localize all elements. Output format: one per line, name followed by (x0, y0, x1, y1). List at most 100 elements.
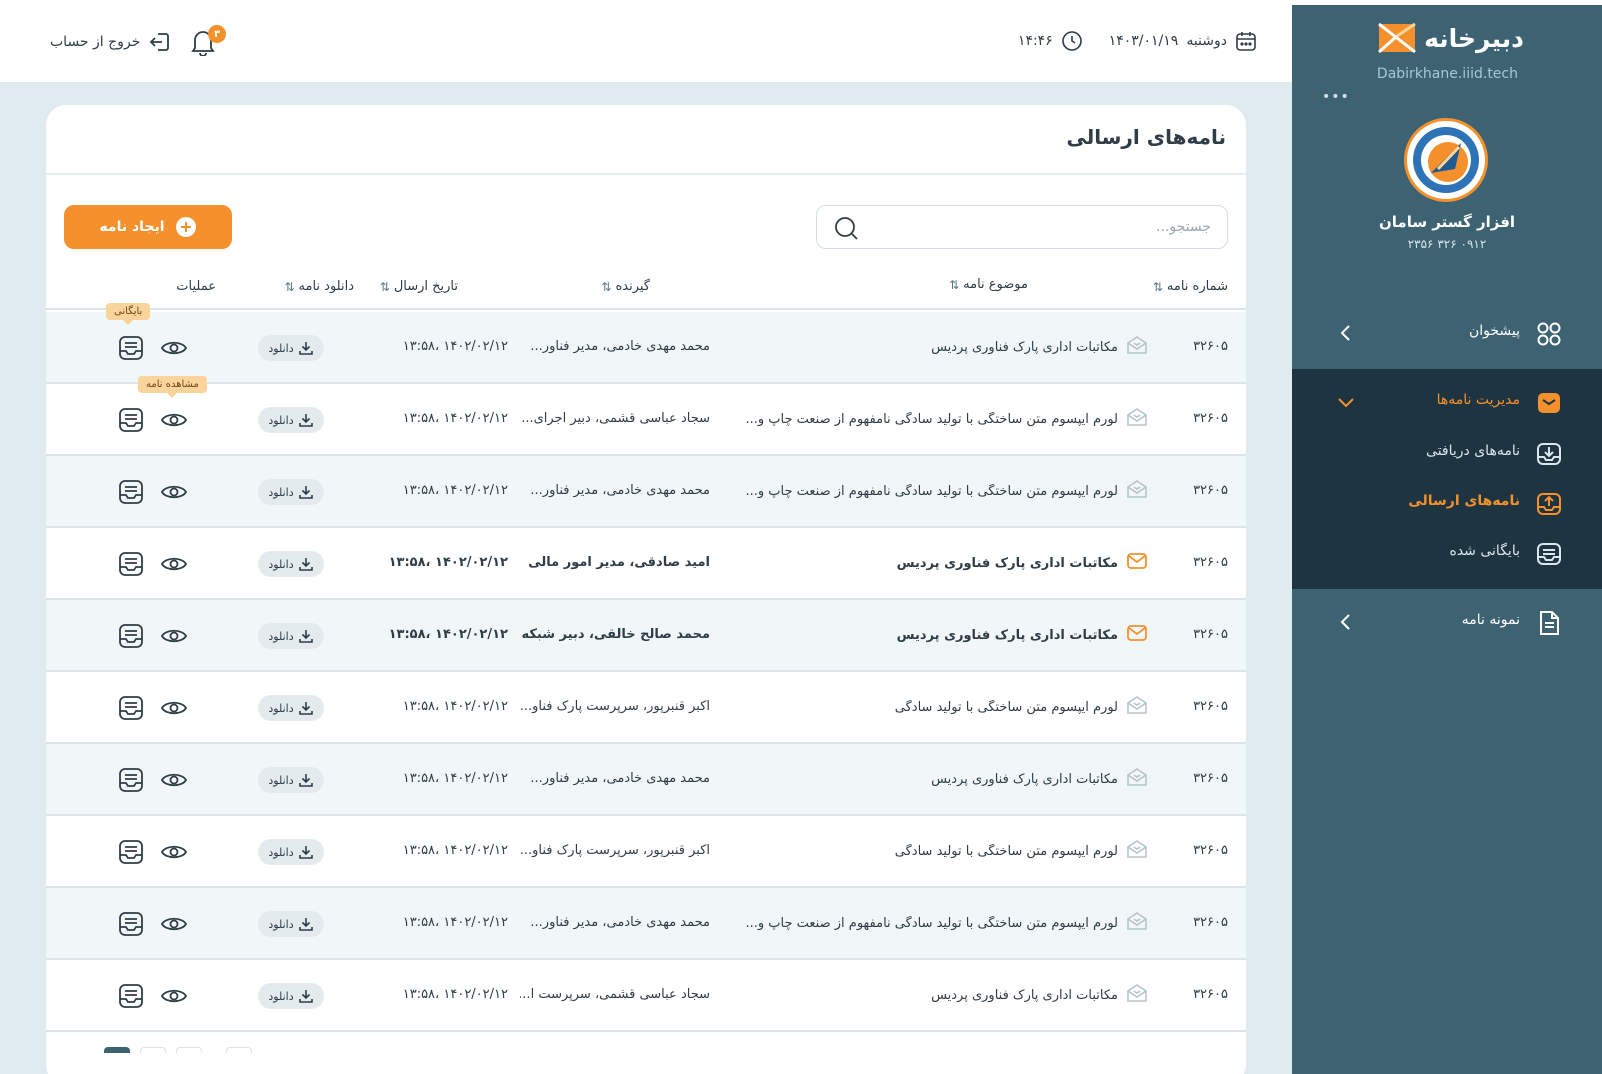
sidebar-item-letters-management[interactable]: مدیریت نامه‌ها (1292, 377, 1602, 427)
column-label: عملیات (176, 279, 216, 294)
archive-tray-icon[interactable] (118, 766, 144, 794)
eye-icon[interactable] (160, 768, 188, 792)
sidebar-item-label: بایگانی شده (1449, 543, 1521, 559)
eye-icon[interactable] (160, 696, 188, 720)
download-icon (298, 630, 313, 643)
download-label: دانلود (268, 845, 294, 859)
download-button[interactable]: دانلود (258, 407, 324, 433)
eye-icon[interactable] (160, 336, 188, 360)
inbox-tray-icon (1538, 393, 1560, 413)
current-time: ۱۴:۴۶ (1017, 33, 1053, 49)
table-row[interactable]: ۳۲۶۰۵ لورم ایپسوم متن ساختگی با تولید سا… (46, 816, 1246, 888)
eye-icon[interactable] (160, 408, 188, 432)
grid-icon (1537, 322, 1561, 346)
subject-text: مکاتبات اداری پارک فناوری پردیس (931, 987, 1118, 1003)
archive-tray-icon[interactable] (118, 550, 144, 578)
letter-date: ۱۴۰۲/۰۲/۱۲ ،۱۳:۵۸ (388, 555, 508, 570)
column-header-download[interactable]: دانلود نامه ⇅ (284, 279, 354, 294)
sidebar-item-archived[interactable]: بایگانی شده (1292, 528, 1602, 578)
search-input[interactable] (871, 214, 1211, 240)
download-label: دانلود (268, 917, 294, 931)
eye-icon[interactable] (160, 552, 188, 576)
letter-number: ۳۲۶۰۵ (1193, 915, 1228, 930)
create-letter-button[interactable]: ایجاد نامه (64, 205, 232, 249)
page-button[interactable] (140, 1047, 166, 1053)
company-name: افزار گستر سامان (1378, 213, 1516, 231)
sidebar-item-received[interactable]: نامه‌های دریافتی (1292, 428, 1602, 478)
eye-icon[interactable] (160, 480, 188, 504)
archive-tray-icon[interactable] (118, 910, 144, 938)
column-label: شماره نامه (1166, 279, 1228, 294)
letter-recipient: اکبر قنبرپور، سرپرست پارک فناو... (520, 843, 710, 858)
more-options-icon[interactable]: ••• (1322, 89, 1350, 105)
page-button[interactable] (226, 1047, 252, 1053)
eye-icon[interactable] (160, 912, 188, 936)
download-label: دانلود (268, 701, 294, 715)
table-row[interactable]: ۳۲۶۰۵ مکاتبات اداری پارک فناوری پردیس مح… (46, 744, 1246, 816)
download-icon (298, 990, 313, 1003)
archive-tray-icon[interactable] (118, 838, 144, 866)
archive-tray-icon[interactable] (118, 622, 144, 650)
chevron-down-icon (1338, 398, 1354, 408)
notifications-button[interactable]: ۳ (190, 25, 226, 58)
sidebar-item-dashboard[interactable]: پیشخوان (1292, 308, 1602, 358)
sidebar-item-sent[interactable]: نامه‌های ارسالی (1292, 478, 1602, 528)
avatar[interactable] (1404, 118, 1488, 202)
download-button[interactable]: دانلود (258, 911, 324, 937)
column-header-recipient[interactable]: گیرنده ⇅ (601, 279, 650, 294)
download-button[interactable]: دانلود (258, 623, 324, 649)
download-button[interactable]: دانلود (258, 479, 324, 505)
column-header-subject[interactable]: موضوع نامه ⇅ (949, 277, 1028, 292)
table-row[interactable]: ۳۲۶۰۵ مکاتبات اداری پارک فناوری پردیس مح… (46, 312, 1246, 384)
calendar-icon (1236, 32, 1256, 51)
document-icon (1540, 611, 1559, 635)
envelope-open-icon (1126, 334, 1148, 360)
table-row[interactable]: ۳۲۶۰۵ مکاتبات اداری پارک فناوری پردیس سج… (46, 960, 1246, 1032)
eye-icon[interactable] (160, 984, 188, 1008)
letter-subject: مکاتبات اداری پارک فناوری پردیس (738, 334, 1148, 360)
table-row[interactable]: ۳۲۶۰۵ لورم ایپسوم متن ساختگی با تولید سا… (46, 456, 1246, 528)
sidebar-item-templates[interactable]: نمونه نامه (1292, 597, 1602, 647)
download-button[interactable]: دانلود (258, 839, 324, 865)
download-icon (298, 702, 313, 715)
letter-date: ۱۴۰۲/۰۲/۱۲ ،۱۳:۵۸ (402, 339, 508, 354)
topbar: خروج از حساب ۳ دوشنبه ۱۴۰۳/۰۱/۱۹ ۱۴:۴۶ (0, 0, 1292, 82)
letter-subject: مکاتبات اداری پارک فناوری پردیس (738, 766, 1148, 792)
envelope-logo-icon (1378, 22, 1416, 54)
archive-tray-icon[interactable] (118, 334, 144, 362)
sidebar-item-label: مدیریت نامه‌ها (1436, 392, 1520, 408)
download-button[interactable]: دانلود (258, 767, 324, 793)
search-box (816, 205, 1228, 249)
subject-text: مکاتبات اداری پارک فناوری پردیس (931, 339, 1118, 355)
download-button[interactable]: دانلود (258, 983, 324, 1009)
download-button[interactable]: دانلود (258, 551, 324, 577)
table-row[interactable]: ۳۲۶۰۵ لورم ایپسوم متن ساختگی با تولید سا… (46, 384, 1246, 456)
table-row[interactable]: ۳۲۶۰۵ مکاتبات اداری پارک فناوری پردیس ام… (46, 528, 1246, 600)
archive-tray-icon[interactable] (118, 694, 144, 722)
download-icon (298, 846, 313, 859)
subject-text: مکاتبات اداری پارک فناوری پردیس (896, 555, 1118, 571)
eye-icon[interactable] (160, 840, 188, 864)
letter-recipient: محمد صالح خالقی، دبیر شبکه فن... (520, 627, 710, 642)
column-header-number[interactable]: شماره نامه ⇅ (1153, 279, 1228, 294)
download-button[interactable]: دانلود (258, 335, 324, 361)
page-button[interactable] (176, 1047, 202, 1053)
archive-tray-icon[interactable] (118, 478, 144, 506)
table-row[interactable]: ۳۲۶۰۵ مکاتبات اداری پارک فناوری پردیس مح… (46, 600, 1246, 672)
brand-name: دبیرخانه (1424, 24, 1524, 53)
subject-text: مکاتبات اداری پارک فناوری پردیس (896, 627, 1118, 643)
brand: دبیرخانه Dabirkhane.iiid.tech (1374, 18, 1524, 82)
download-button[interactable]: دانلود (258, 695, 324, 721)
search-icon[interactable] (833, 215, 859, 241)
column-header-date[interactable]: تاریخ ارسال ⇅ (380, 279, 458, 294)
logout-button[interactable]: خروج از حساب (50, 30, 172, 54)
download-label: دانلود (268, 485, 294, 499)
table-row[interactable]: ۳۲۶۰۵ لورم ایپسوم متن ساختگی با تولید سا… (46, 888, 1246, 960)
archive-tray-icon[interactable] (118, 982, 144, 1010)
table-row[interactable]: ۳۲۶۰۵ لورم ایپسوم متن ساختگی با تولید سا… (46, 672, 1246, 744)
eye-icon[interactable] (160, 624, 188, 648)
logout-label: خروج از حساب (50, 34, 141, 50)
page-button[interactable] (104, 1047, 130, 1053)
column-label: گیرنده (615, 279, 650, 294)
archive-tray-icon[interactable] (118, 406, 144, 434)
